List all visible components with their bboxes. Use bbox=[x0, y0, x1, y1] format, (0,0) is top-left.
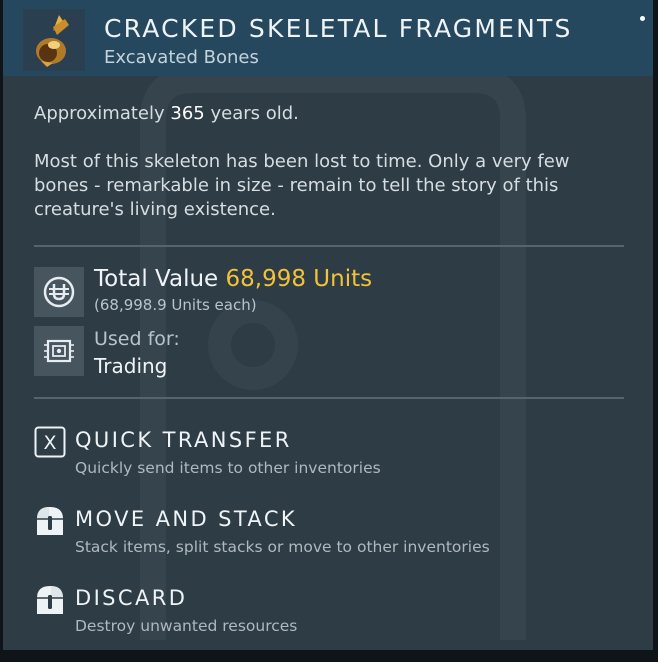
unit-each-value: (68,998.9 Units each) bbox=[94, 296, 257, 314]
age-suffix: years old. bbox=[210, 103, 299, 124]
item-name: CRACKED SKELETAL FRAGMENTS bbox=[104, 14, 573, 43]
used-for-value: Trading bbox=[94, 354, 168, 378]
trade-chip-icon bbox=[34, 326, 84, 376]
tooltip-header: CRACKED SKELETAL FRAGMENTS Excavated Bon… bbox=[3, 0, 653, 76]
discard-action[interactable]: DISCARD bbox=[75, 586, 187, 610]
age-value: 365 bbox=[170, 103, 205, 124]
indicator-dot bbox=[640, 16, 645, 21]
mouse-left-click-icon[interactable] bbox=[34, 505, 66, 537]
total-value: Total Value 68,998 Units bbox=[94, 266, 372, 292]
item-tooltip-panel: CRACKED SKELETAL FRAGMENTS Excavated Bon… bbox=[3, 0, 653, 650]
total-value-label: Total Value bbox=[94, 266, 219, 292]
total-value-amount: 68,998 Units bbox=[225, 266, 373, 292]
item-description: Most of this skeleton has been lost to t… bbox=[34, 151, 570, 220]
mouse-right-click-icon[interactable] bbox=[34, 584, 66, 616]
age-prefix: Approximately bbox=[34, 103, 165, 124]
quick-transfer-action[interactable]: QUICK TRANSFER bbox=[75, 428, 292, 452]
used-for-label: Used for: bbox=[94, 328, 180, 350]
move-and-stack-action[interactable]: MOVE AND STACK bbox=[75, 507, 297, 531]
units-currency-icon bbox=[34, 267, 84, 317]
x-key-icon[interactable]: X bbox=[34, 426, 66, 458]
x-key-label: X bbox=[43, 432, 56, 454]
quick-transfer-description: Quickly send items to other inventories bbox=[75, 459, 381, 477]
divider-bottom bbox=[34, 397, 624, 399]
discard-description: Destroy unwanted resources bbox=[75, 617, 298, 635]
fossil-bone-icon bbox=[23, 9, 85, 71]
item-category: Excavated Bones bbox=[104, 47, 259, 68]
item-age: Approximately 365 years old. bbox=[34, 103, 299, 124]
divider-top bbox=[34, 245, 624, 247]
move-and-stack-description: Stack items, split stacks or move to oth… bbox=[75, 538, 490, 556]
